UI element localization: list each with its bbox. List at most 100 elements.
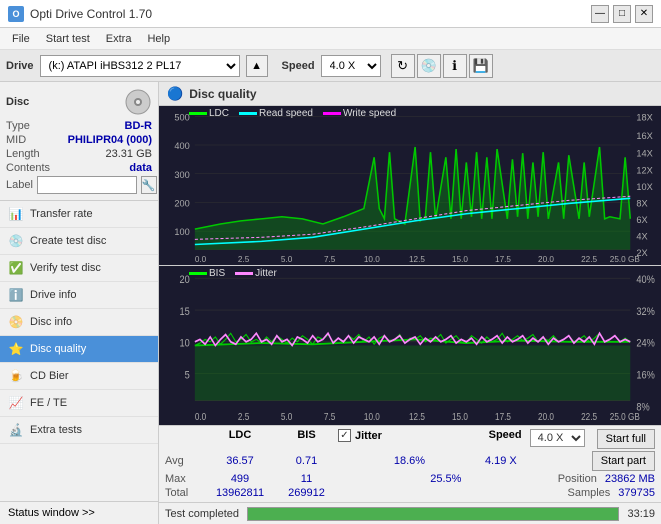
svg-text:2.5: 2.5 [238, 411, 249, 422]
stats-max-row: Max 499 11 25.5% Position 23862 MB [165, 473, 655, 485]
charts-area: LDC Read speed Write speed [159, 106, 661, 425]
disc-mid-label: MID [6, 134, 26, 146]
menu-file[interactable]: File [4, 31, 38, 47]
svg-text:40%: 40% [636, 274, 654, 286]
svg-text:15.0: 15.0 [452, 255, 468, 264]
svg-text:500: 500 [174, 112, 189, 122]
disc-title: Disc [6, 96, 29, 108]
minimize-button[interactable]: — [591, 5, 609, 23]
svg-text:10.0: 10.0 [364, 255, 380, 264]
speed-select[interactable]: 4.0 X [321, 55, 381, 77]
sidebar-item-fe-te[interactable]: 📈 FE / TE [0, 390, 158, 417]
disc-length-row: Length 23.31 GB [6, 148, 152, 160]
disc-panel: Disc Type BD-R MID PHILIPR04 (000) Lengt… [0, 82, 158, 201]
status-window-button[interactable]: Status window >> [0, 501, 158, 524]
legend-jitter-color [235, 272, 253, 275]
sidebar-item-cd-bier[interactable]: 🍺 CD Bier [0, 363, 158, 390]
checkmark-icon: ✓ [340, 430, 348, 441]
legend-ldc: LDC [189, 108, 229, 119]
sidebar-label-extra-tests: Extra tests [30, 424, 82, 436]
progress-bar-container [247, 507, 619, 521]
sidebar-label-disc-info: Disc info [30, 316, 72, 328]
legend-jitter: Jitter [235, 268, 277, 279]
sidebar-item-disc-quality[interactable]: ⭐ Disc quality [0, 336, 158, 363]
legend-bis-color [189, 272, 207, 275]
avg-bis: 0.71 [279, 455, 334, 467]
position-value: 23862 MB [605, 473, 655, 485]
disc-type-row: Type BD-R [6, 120, 152, 132]
maximize-button[interactable]: □ [613, 5, 631, 23]
svg-text:32%: 32% [636, 306, 654, 318]
start-part-button[interactable]: Start part [592, 451, 655, 471]
sidebar-item-transfer-rate[interactable]: 📊 Transfer rate [0, 201, 158, 228]
svg-text:20.0: 20.0 [538, 255, 554, 264]
svg-text:400: 400 [174, 141, 189, 151]
disc-type-label: Type [6, 120, 30, 132]
legend-read-speed-label: Read speed [259, 108, 313, 119]
samples-value: 379735 [618, 487, 655, 499]
total-ldc: 13962811 [205, 487, 275, 499]
chart-speed-select[interactable]: 4.0 X [530, 429, 585, 447]
svg-text:17.5: 17.5 [495, 255, 511, 264]
legend-jitter-label: Jitter [255, 268, 277, 279]
max-bis: 11 [279, 473, 334, 485]
close-button[interactable]: ✕ [635, 5, 653, 23]
sidebar-label-cd-bier: CD Bier [30, 370, 69, 382]
svg-text:0.0: 0.0 [195, 411, 206, 422]
stats-bis-header: BIS [279, 429, 334, 441]
start-full-button[interactable]: Start full [597, 429, 655, 449]
refresh-icon[interactable]: ↻ [391, 54, 415, 78]
svg-text:4X: 4X [636, 231, 647, 241]
disc-label-input[interactable] [37, 176, 137, 194]
speed-label: Speed [282, 60, 315, 72]
svg-text:22.5: 22.5 [581, 411, 597, 422]
legend-read-speed: Read speed [239, 108, 313, 119]
legend-write-speed-color [323, 112, 341, 115]
svg-text:12X: 12X [636, 166, 652, 176]
svg-text:7.5: 7.5 [324, 255, 336, 264]
eject-button[interactable]: ▲ [246, 55, 268, 77]
disc-contents-label: Contents [6, 162, 50, 174]
progress-bar-fill [248, 508, 618, 520]
jitter-section: ✓ Jitter [338, 429, 485, 442]
upper-chart: LDC Read speed Write speed [159, 106, 661, 266]
chart-header-title: Disc quality [189, 87, 256, 101]
drive-label: Drive [6, 60, 34, 72]
menu-help[interactable]: Help [139, 31, 178, 47]
stats-bar: LDC BIS ✓ Jitter Speed 4.0 X Start full [159, 425, 661, 502]
disc-length-label: Length [6, 148, 40, 160]
svg-text:22.5: 22.5 [581, 255, 597, 264]
transfer-rate-icon: 📊 [8, 206, 24, 222]
sidebar: Disc Type BD-R MID PHILIPR04 (000) Lengt… [0, 82, 159, 524]
info-icon[interactable]: ℹ [443, 54, 467, 78]
disc-mid-row: MID PHILIPR04 (000) [6, 134, 152, 146]
disc-label-edit-button[interactable]: 🔧 [141, 176, 157, 194]
svg-text:12.5: 12.5 [409, 411, 425, 422]
sidebar-label-drive-info: Drive info [30, 289, 76, 301]
legend-bis-label: BIS [209, 268, 225, 279]
sidebar-item-extra-tests[interactable]: 🔬 Extra tests [0, 417, 158, 444]
sidebar-item-drive-info[interactable]: ℹ️ Drive info [0, 282, 158, 309]
save-icon[interactable]: 💾 [469, 54, 493, 78]
fe-te-icon: 📈 [8, 395, 24, 411]
disc-contents-value: data [129, 162, 152, 174]
legend-read-speed-color [239, 112, 257, 115]
sidebar-label-fe-te: FE / TE [30, 397, 67, 409]
lower-chart: BIS Jitter 20 15 [159, 266, 661, 425]
menu-extra[interactable]: Extra [98, 31, 140, 47]
title-controls: — □ ✕ [591, 5, 653, 23]
menu-start-test[interactable]: Start test [38, 31, 98, 47]
svg-text:100: 100 [174, 227, 189, 237]
drive-bar: Drive (k:) ATAPI iHBS312 2 PL17 ▲ Speed … [0, 50, 661, 82]
disc-contents-row: Contents data [6, 162, 152, 174]
disc-icon[interactable]: 💿 [417, 54, 441, 78]
drive-select[interactable]: (k:) ATAPI iHBS312 2 PL17 [40, 55, 240, 77]
jitter-checkbox[interactable]: ✓ [338, 429, 351, 442]
sidebar-item-disc-info[interactable]: 📀 Disc info [0, 309, 158, 336]
sidebar-item-create-test-disc[interactable]: 💿 Create test disc [0, 228, 158, 255]
sidebar-item-verify-test-disc[interactable]: ✅ Verify test disc [0, 255, 158, 282]
cd-bier-icon: 🍺 [8, 368, 24, 384]
disc-length-value: 23.31 GB [106, 148, 152, 160]
disc-header: Disc [6, 88, 152, 116]
main-content: Disc Type BD-R MID PHILIPR04 (000) Lengt… [0, 82, 661, 524]
